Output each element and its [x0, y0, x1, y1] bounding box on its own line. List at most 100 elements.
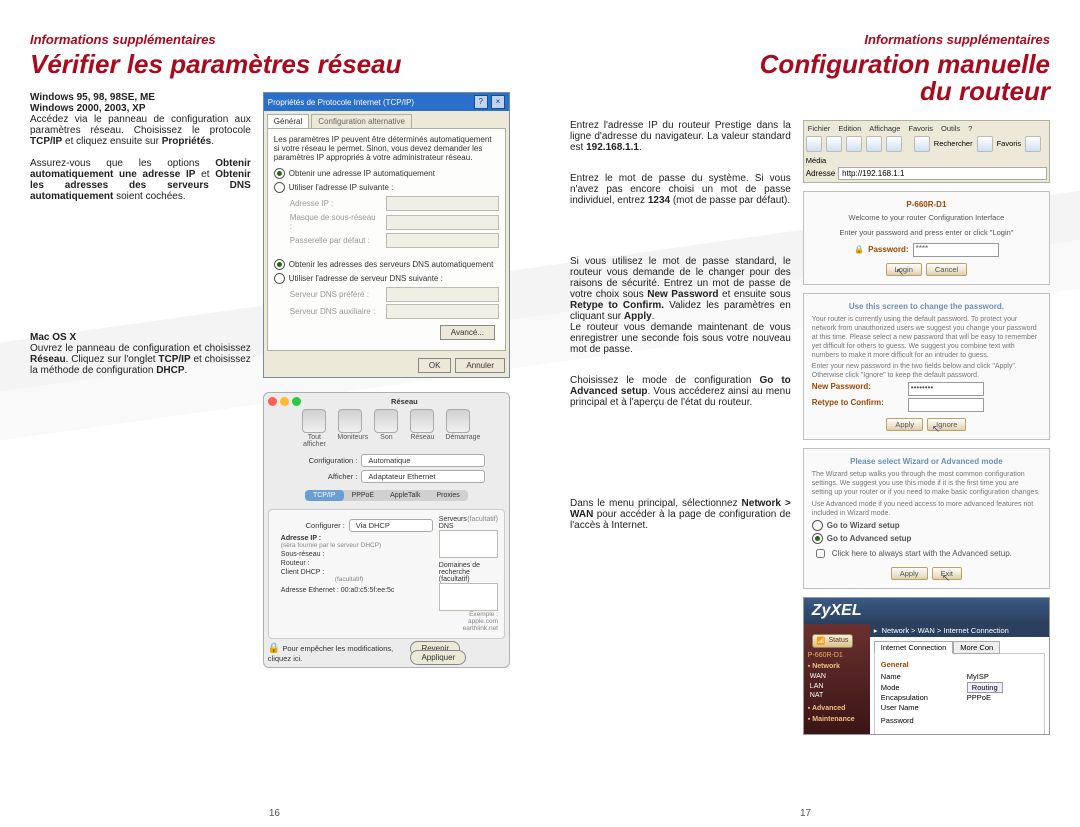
help-icon[interactable]: ?	[474, 95, 488, 109]
right-page-number: 17	[800, 808, 811, 819]
mac-toolbar: Tout afficher Moniteurs Son Réseau Démar…	[268, 409, 505, 448]
change-pw-title: Use this screen to change the password.	[812, 302, 1041, 311]
config-select[interactable]: Automatique	[361, 454, 485, 467]
status-button[interactable]: 📶Status	[812, 634, 854, 648]
mac-para: Ouvrez le panneau de configuration et ch…	[30, 343, 251, 376]
search-icon[interactable]	[914, 136, 930, 152]
showall-icon[interactable]: Tout afficher	[301, 409, 327, 448]
advanced-button[interactable]: Avancé...	[440, 325, 495, 340]
search-domains-field[interactable]	[439, 583, 498, 611]
browser-menu: Fichier Edition Affichage Favoris Outils…	[806, 123, 1047, 134]
mac-minimize-icon[interactable]	[280, 397, 289, 406]
menu-edit[interactable]: Edition	[838, 124, 861, 133]
favorites-icon[interactable]	[977, 136, 993, 152]
new-password-input[interactable]: ••••••••	[908, 382, 984, 396]
username-input[interactable]	[967, 703, 1017, 713]
step-3: Si vous utilisez le mot de passe standar…	[570, 256, 791, 355]
zyxel-admin-pane: ZyXEL 📶Status P-660R-D1 ▪ Network WAN LA…	[803, 597, 1050, 735]
ip-address-field	[386, 196, 499, 211]
menu-view[interactable]: Affichage	[869, 124, 900, 133]
change-password-pane: Use this screen to change the password. …	[803, 293, 1050, 441]
side-group-maintenance[interactable]: ▪ Maintenance	[808, 716, 866, 723]
tab-tcpip[interactable]: TCP/IP	[305, 490, 344, 501]
zyxel-brand: ZyXEL	[804, 598, 1049, 624]
radio-wizard[interactable]	[812, 520, 823, 531]
zyxel-sidebar: 📶Status P-660R-D1 ▪ Network WAN LAN NAT …	[804, 624, 870, 734]
step-4: Choisissez le mode de configuration Go t…	[570, 375, 791, 408]
tab-appletalk[interactable]: AppleTalk	[382, 490, 428, 501]
side-group-advanced[interactable]: ▪ Advanced	[808, 705, 866, 712]
retype-password-input[interactable]	[908, 398, 984, 412]
apply-button[interactable]: Appliquer	[410, 650, 466, 665]
right-subheader: Informations supplémentaires	[570, 32, 1050, 47]
forward-icon[interactable]	[826, 136, 842, 152]
mac-close-icon[interactable]	[268, 397, 277, 406]
radio-auto-dns[interactable]	[274, 259, 285, 270]
tab-internet-connection[interactable]: Internet Connection	[874, 641, 953, 654]
radio-auto-ip[interactable]	[274, 168, 285, 179]
login-button[interactable]: Login	[886, 263, 922, 276]
show-select[interactable]: Adaptateur Ethernet	[361, 470, 485, 483]
menu-help[interactable]: ?	[968, 124, 972, 133]
side-lan[interactable]: LAN	[810, 682, 866, 692]
tcpip-desc: Les paramètres IP peuvent être déterminé…	[274, 135, 499, 162]
menu-fav[interactable]: Favoris	[908, 124, 933, 133]
refresh-icon[interactable]	[866, 136, 882, 152]
side-wan[interactable]: WAN	[810, 672, 866, 682]
radio-manual-ip[interactable]	[274, 182, 285, 193]
side-group-network[interactable]: ▪ Network	[808, 663, 866, 670]
startup-icon[interactable]: Démarrage	[445, 409, 471, 448]
browser-toolbar: Fichier Edition Affichage Favoris Outils…	[803, 120, 1050, 183]
mac-network-dialog: Réseau Tout afficher Moniteurs Son Résea…	[263, 392, 510, 668]
tab-pppoe[interactable]: PPPoE	[344, 490, 383, 501]
left-title: Vérifier les paramètres réseau	[30, 51, 510, 78]
mode-select[interactable]: Routing	[967, 682, 1003, 693]
cancel-button[interactable]: Annuler	[455, 358, 505, 373]
password-label: Password:	[868, 245, 908, 254]
win-para-1: Accédez via le panneau de configuration …	[30, 114, 251, 147]
right-page: Informations supplémentaires Configurati…	[540, 0, 1080, 827]
sound-icon[interactable]: Son	[373, 409, 399, 448]
back-icon[interactable]	[806, 136, 822, 152]
stop-icon[interactable]	[846, 136, 862, 152]
step-5: Dans le menu principal, sélectionnez Net…	[570, 498, 791, 531]
tab-general[interactable]: Général	[267, 114, 309, 128]
radio-manual-dns[interactable]	[274, 273, 285, 284]
ok-button[interactable]: OK	[418, 358, 452, 373]
lock-icon[interactable]: 🔒 Pour empêcher les modifications, cliqu…	[268, 643, 411, 663]
media-icon[interactable]	[1025, 136, 1041, 152]
address-input[interactable]: http://192.168.1.1	[838, 167, 1047, 180]
tab-alt-config[interactable]: Configuration alternative	[311, 114, 412, 128]
mac-zoom-icon[interactable]	[292, 397, 301, 406]
mode-exit-button[interactable]: Exit	[932, 567, 963, 580]
menu-file[interactable]: Fichier	[808, 124, 831, 133]
menu-tools[interactable]: Outils	[941, 124, 960, 133]
tcpip-title-text: Propriétés de Protocole Internet (TCP/IP…	[268, 98, 414, 107]
password-input[interactable]: ****	[913, 243, 999, 257]
dns-servers-field[interactable]	[439, 530, 498, 558]
win-para-2: Assurez-vous que les options Obtenir aut…	[30, 158, 251, 202]
configure-select[interactable]: Via DHCP	[349, 519, 433, 532]
login-hint: Enter your password and press enter or c…	[812, 228, 1041, 237]
tab-more-connections[interactable]: More Con	[953, 641, 1000, 654]
section-general: General	[881, 660, 1038, 669]
encapsulation-value: PPPoE	[967, 693, 1038, 702]
always-advanced-checkbox[interactable]	[816, 549, 825, 558]
wan-password-input[interactable]	[967, 716, 1017, 726]
login-welcome: Welcome to your router Configuration Int…	[812, 213, 1041, 222]
tab-proxies[interactable]: Proxies	[428, 490, 467, 501]
mac-tabs: TCP/IP PPPoE AppleTalk Proxies	[305, 490, 468, 501]
mode-apply-button[interactable]: Apply	[891, 567, 928, 580]
radio-advanced[interactable]	[812, 533, 823, 544]
pw-apply-button[interactable]: Apply	[886, 418, 923, 431]
pw-ignore-button[interactable]: Ignore	[927, 418, 966, 431]
login-cancel-button[interactable]: Cancel	[926, 263, 967, 276]
win-heading-1: Windows 95, 98, 98SE, ME	[30, 92, 251, 103]
home-icon[interactable]	[886, 136, 902, 152]
network-icon[interactable]: Réseau	[409, 409, 435, 448]
step-2: Entrez le mot de passe du système. Si vo…	[570, 173, 791, 206]
side-nat[interactable]: NAT	[810, 691, 866, 701]
close-icon[interactable]: ×	[491, 95, 505, 109]
isp-name-input[interactable]: MyISP	[967, 672, 1017, 682]
monitors-icon[interactable]: Moniteurs	[337, 409, 363, 448]
